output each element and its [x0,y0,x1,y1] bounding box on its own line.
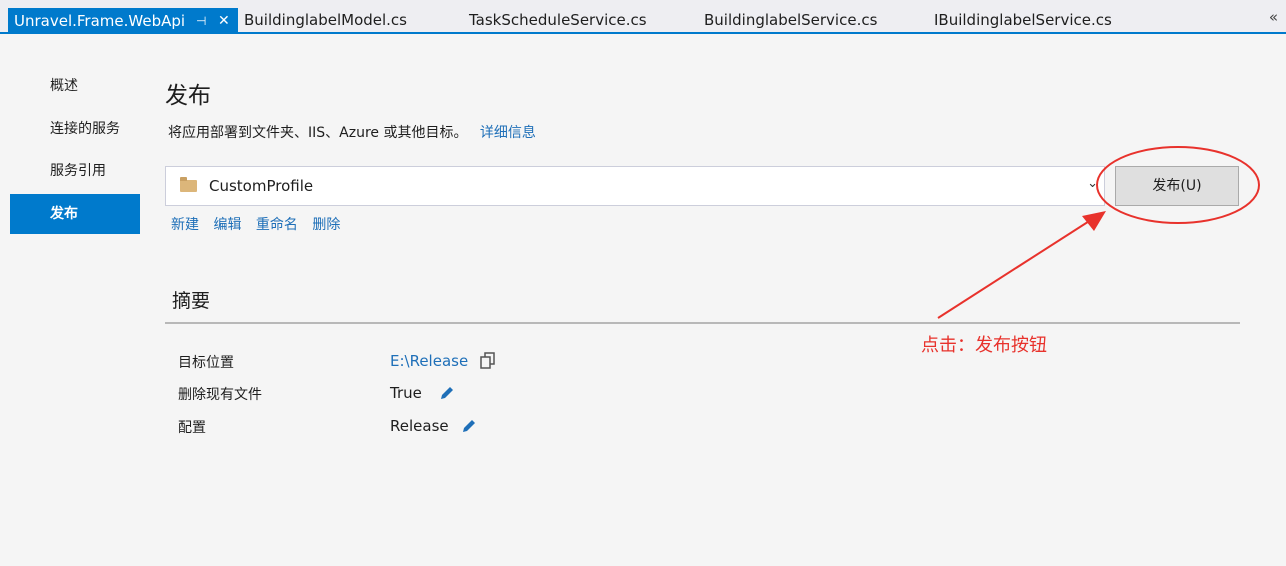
annotation-text: 点击：发布按钮 [921,335,1047,356]
annotation-arrow-line [937,217,1095,319]
annotation-overlay [937,146,1260,319]
annotation-circle [1096,146,1260,224]
annotation-arrow-head [1082,211,1106,231]
